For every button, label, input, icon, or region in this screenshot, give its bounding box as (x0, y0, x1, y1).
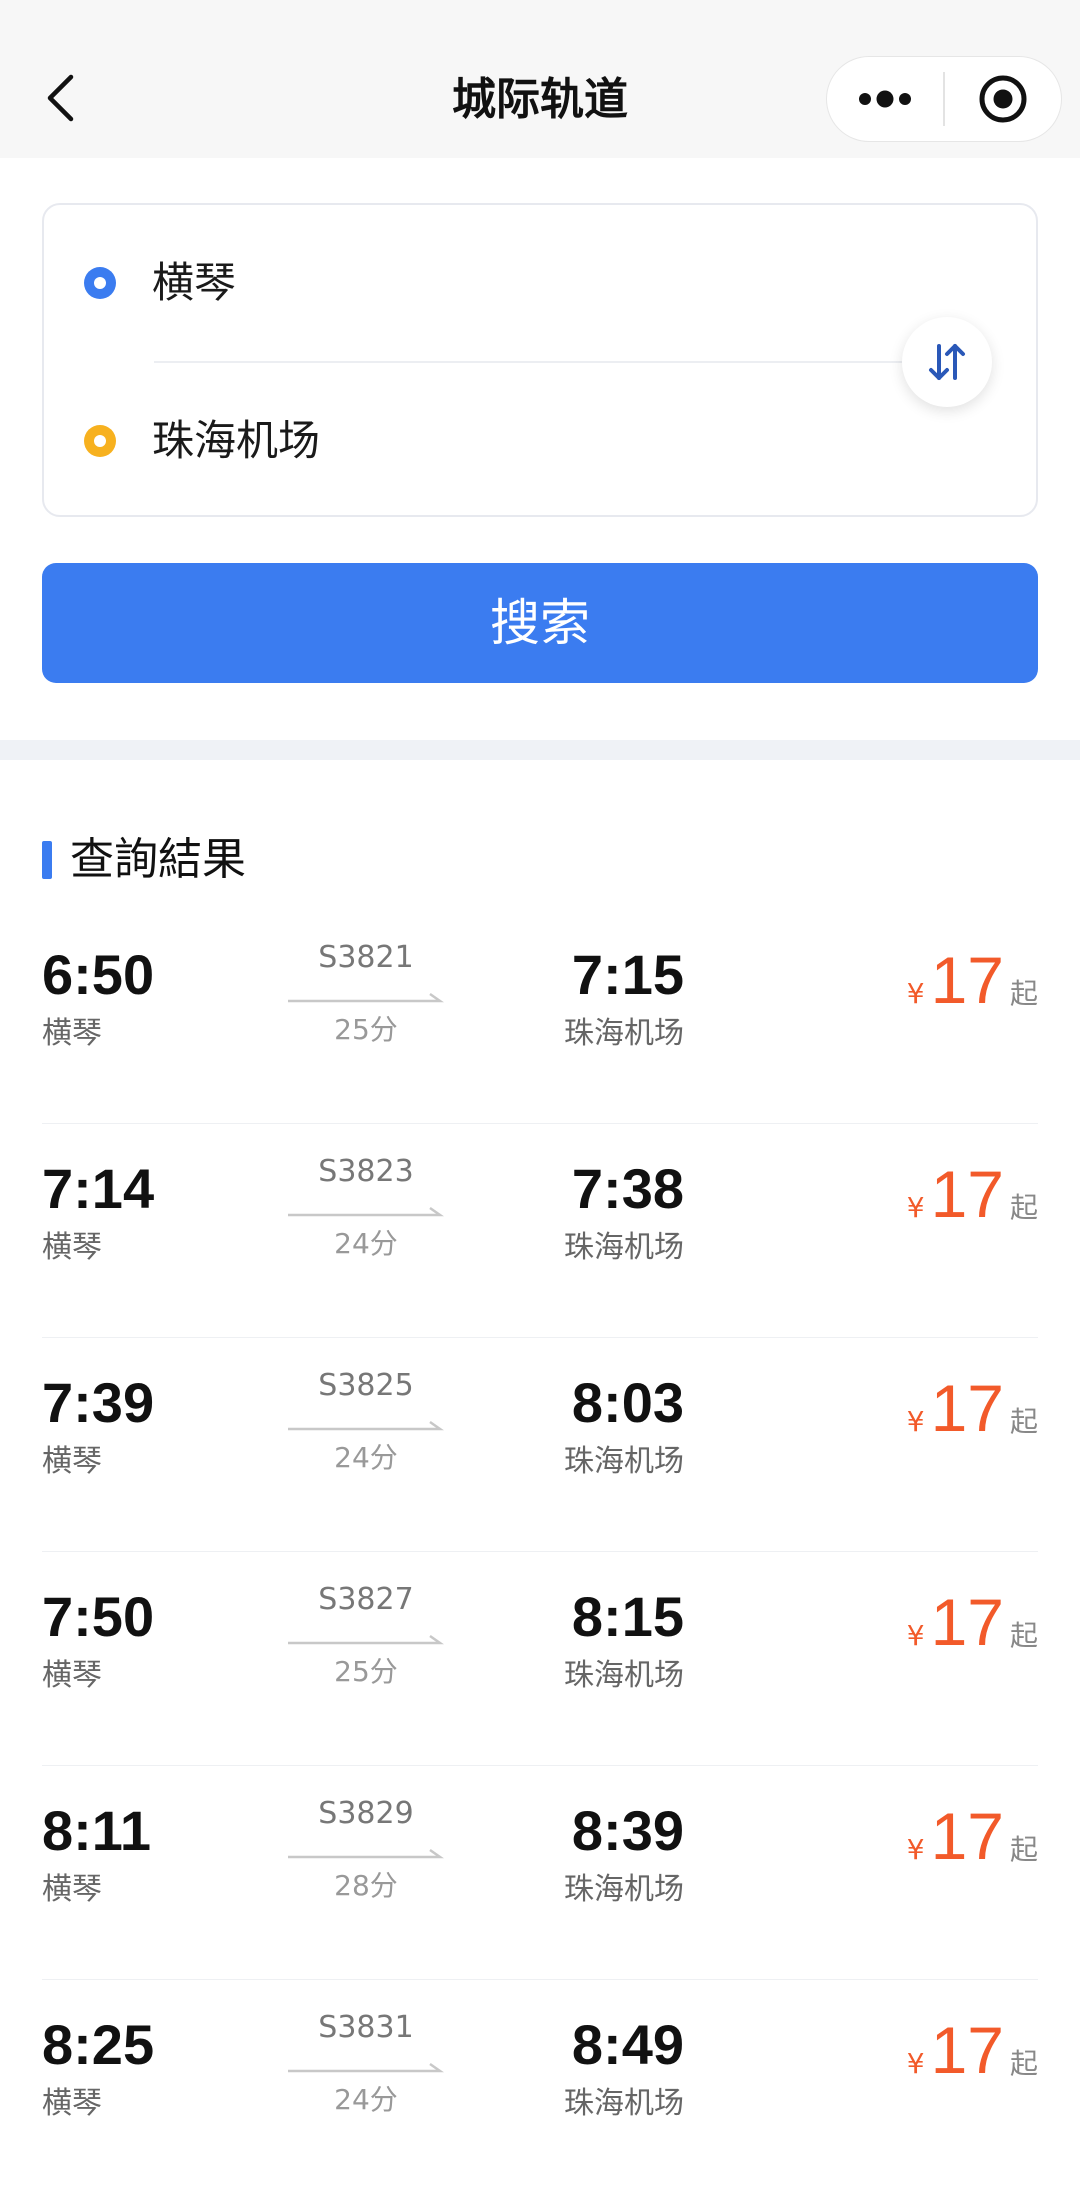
price-tag: ¥ 17 起 (907, 1582, 1038, 1662)
results-list: 6:50 横琴 S3821 25分 7:15 珠海机场 ¥ 17 起 7:14 … (42, 910, 1038, 2194)
train-row[interactable]: 7:39 横琴 S3825 24分 8:03 珠海机场 ¥ 17 起 (42, 1338, 1038, 1552)
currency-symbol: ¥ (906, 1191, 925, 1224)
train-number: S3821 (318, 940, 414, 975)
section-accent-bar (42, 841, 52, 879)
train-row[interactable]: 8:25 横琴 S3831 24分 8:49 珠海机场 ¥ 17 起 (42, 1980, 1038, 2194)
departure-time: 7:39 (42, 1371, 155, 1434)
search-button[interactable]: 搜索 (42, 563, 1038, 683)
departure-time: 7:50 (42, 1585, 155, 1648)
train-row[interactable]: 7:14 横琴 S3823 24分 7:38 珠海机场 ¥ 17 起 (42, 1124, 1038, 1338)
arrow-right-icon (288, 992, 444, 1003)
departure-station: 横琴 (42, 1444, 102, 1479)
navigation-bar: 城际轨道 (0, 0, 1080, 158)
travel-duration: 28分 (334, 1869, 398, 1902)
more-button[interactable] (827, 57, 943, 141)
price-amount: 17 (930, 2013, 1004, 2087)
price-tag: ¥ 17 起 (907, 940, 1038, 1020)
station-divider (154, 361, 934, 363)
travel-duration: 25分 (334, 1013, 398, 1046)
arrow-right-icon (288, 2062, 444, 2073)
route-card: 横琴 珠海机场 (42, 203, 1038, 517)
results-title: 查詢結果 (70, 834, 246, 885)
price-suffix: 起 (1009, 2047, 1038, 2080)
travel-duration: 24分 (334, 1441, 398, 1474)
travel-duration: 24分 (334, 1227, 398, 1260)
arrival-time: 8:03 (571, 1371, 684, 1434)
currency-symbol: ¥ (906, 1405, 925, 1438)
arrow-right-icon (288, 1420, 444, 1431)
travel-duration: 25分 (334, 1655, 398, 1688)
travel-duration: 24分 (334, 2083, 398, 2116)
price-amount: 17 (930, 1157, 1004, 1231)
arrival-station: 珠海机场 (564, 1230, 684, 1265)
price-amount: 17 (930, 943, 1004, 1017)
price-amount: 17 (930, 1585, 1004, 1659)
price-amount: 17 (930, 1371, 1004, 1445)
departure-time: 8:11 (42, 1799, 151, 1862)
currency-symbol: ¥ (906, 977, 925, 1010)
price-suffix: 起 (1009, 1405, 1038, 1438)
departure-station: 横琴 (42, 1230, 102, 1265)
departure-station: 横琴 (42, 1016, 102, 1051)
arrival-station: 珠海机场 (564, 1872, 684, 1907)
arrow-right-icon (288, 1206, 444, 1217)
train-number: S3823 (318, 1154, 414, 1189)
mini-program-capsule (826, 56, 1062, 142)
arrival-station: 珠海机场 (564, 1658, 684, 1693)
train-row[interactable]: 7:50 横琴 S3827 25分 8:15 珠海机场 ¥ 17 起 (42, 1552, 1038, 1766)
price-tag: ¥ 17 起 (907, 2010, 1038, 2090)
more-dots-icon (859, 90, 912, 108)
currency-symbol: ¥ (906, 2047, 925, 2080)
arrival-time: 7:15 (571, 943, 684, 1006)
swap-arrows-icon (929, 344, 965, 380)
arrival-time: 8:15 (571, 1585, 684, 1648)
departure-station: 横琴 (42, 1658, 102, 1693)
train-number: S3831 (318, 2010, 414, 2045)
price-tag: ¥ 17 起 (907, 1368, 1038, 1448)
arrival-station: 珠海机场 (564, 1444, 684, 1479)
departure-time: 8:25 (42, 2013, 155, 2076)
arrival-time: 7:38 (571, 1157, 684, 1220)
origin-station-field[interactable]: 横琴 (152, 253, 236, 313)
arrival-station: 珠海机场 (564, 1016, 684, 1051)
train-row[interactable]: 6:50 横琴 S3821 25分 7:15 珠海机场 ¥ 17 起 (42, 910, 1038, 1124)
price-suffix: 起 (1009, 1191, 1038, 1224)
price-suffix: 起 (1009, 1833, 1038, 1866)
train-row[interactable]: 8:11 横琴 S3829 28分 8:39 珠海机场 ¥ 17 起 (42, 1766, 1038, 1980)
target-circle-icon (979, 75, 1027, 123)
price-amount: 17 (930, 1799, 1004, 1873)
price-tag: ¥ 17 起 (907, 1154, 1038, 1234)
departure-station: 横琴 (42, 1872, 102, 1907)
price-tag: ¥ 17 起 (907, 1796, 1038, 1876)
departure-station: 横琴 (42, 2086, 102, 2121)
price-suffix: 起 (1009, 977, 1038, 1010)
section-separator (0, 740, 1080, 760)
origin-dot-icon (84, 267, 116, 299)
currency-symbol: ¥ (906, 1833, 925, 1866)
price-suffix: 起 (1009, 1619, 1038, 1652)
departure-time: 7:14 (42, 1157, 155, 1220)
arrow-right-icon (288, 1634, 444, 1645)
swap-stations-button[interactable] (902, 317, 992, 407)
destination-dot-icon (84, 425, 116, 457)
arrival-time: 8:39 (571, 1799, 684, 1862)
arrival-station: 珠海机场 (564, 2086, 684, 2121)
close-button[interactable] (945, 57, 1061, 141)
train-number: S3829 (318, 1796, 414, 1831)
train-number: S3827 (318, 1582, 414, 1617)
currency-symbol: ¥ (906, 1619, 925, 1652)
train-number: S3825 (318, 1368, 414, 1403)
results-header: 查詢結果 (42, 832, 246, 888)
arrival-time: 8:49 (571, 2013, 684, 2076)
departure-time: 6:50 (42, 943, 155, 1006)
arrow-right-icon (288, 1848, 444, 1859)
destination-station-field[interactable]: 珠海机场 (152, 411, 320, 471)
